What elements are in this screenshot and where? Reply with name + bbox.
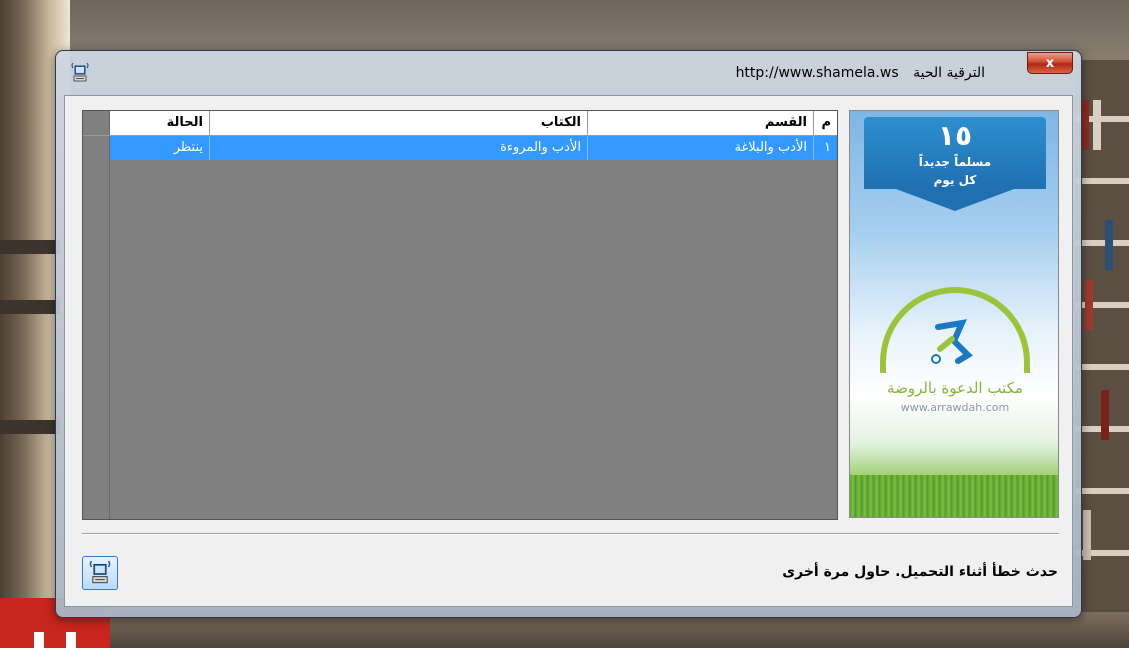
banner-line2: كل يوم: [933, 173, 977, 187]
live-update-window: الترقية الحية http://www.shamela.ws x م …: [55, 50, 1082, 618]
table-row[interactable]: ١ الأدب والبلاغة الأدب والمروءة ينتظر: [83, 136, 837, 160]
window-title-url: http://www.shamela.ws: [735, 65, 899, 81]
banner-line1: مسلماً جديداً: [918, 155, 992, 169]
runner-logo-icon: [931, 319, 973, 364]
column-header-section[interactable]: القسم: [587, 111, 813, 135]
window-title-text: الترقية الحية: [913, 65, 985, 81]
background-shelf: [0, 300, 60, 314]
close-button[interactable]: x: [1027, 52, 1073, 74]
sponsor-banner[interactable]: ١٥ مسلماً جديداً كل يوم مكتب الدعوة بالر…: [849, 110, 1059, 518]
grid-corner-cell: [83, 111, 110, 135]
background-shelf: [0, 420, 60, 434]
status-message: حدث خطأ أثناء التحميل. حاول مرة أخرى: [782, 564, 1058, 580]
column-header-book[interactable]: الكتاب: [209, 111, 587, 135]
column-header-status[interactable]: الحالة: [109, 111, 209, 135]
background-bookshelf: [1075, 60, 1129, 648]
separator-line: [82, 533, 1059, 535]
row-selector-cell[interactable]: [83, 136, 110, 160]
banner-org-name: مكتب الدعوة بالروضة: [887, 379, 1023, 397]
status-cell: ينتظر: [109, 136, 209, 160]
book-cell: الأدب والمروءة: [209, 136, 587, 160]
window-title: الترقية الحية http://www.shamela.ws: [736, 65, 985, 81]
banner-ribbon-tip: [896, 189, 1014, 211]
banner-grass: [850, 475, 1058, 517]
column-header-number[interactable]: م: [813, 111, 837, 135]
row-selector-column: [83, 111, 110, 519]
computer-broadcast-icon: [70, 62, 90, 83]
banner-org-url: www.arrawdah.com: [900, 401, 1010, 414]
close-icon: x: [1045, 55, 1055, 71]
window-client-area: م القسم الكتاب الحالة ١ الأدب والبلاغة ا…: [64, 95, 1073, 607]
banner-count: ١٥: [937, 119, 973, 152]
grid-header-row: م القسم الكتاب الحالة: [83, 111, 837, 136]
computer-broadcast-icon: [89, 561, 111, 584]
retry-update-button[interactable]: [82, 556, 118, 590]
row-number-cell: ١: [813, 136, 837, 160]
section-cell: الأدب والبلاغة: [587, 136, 813, 160]
title-bar[interactable]: الترقية الحية http://www.shamela.ws x: [56, 51, 1081, 95]
download-queue-grid[interactable]: م القسم الكتاب الحالة ١ الأدب والبلاغة ا…: [82, 110, 838, 520]
background-shelf: [0, 240, 60, 254]
